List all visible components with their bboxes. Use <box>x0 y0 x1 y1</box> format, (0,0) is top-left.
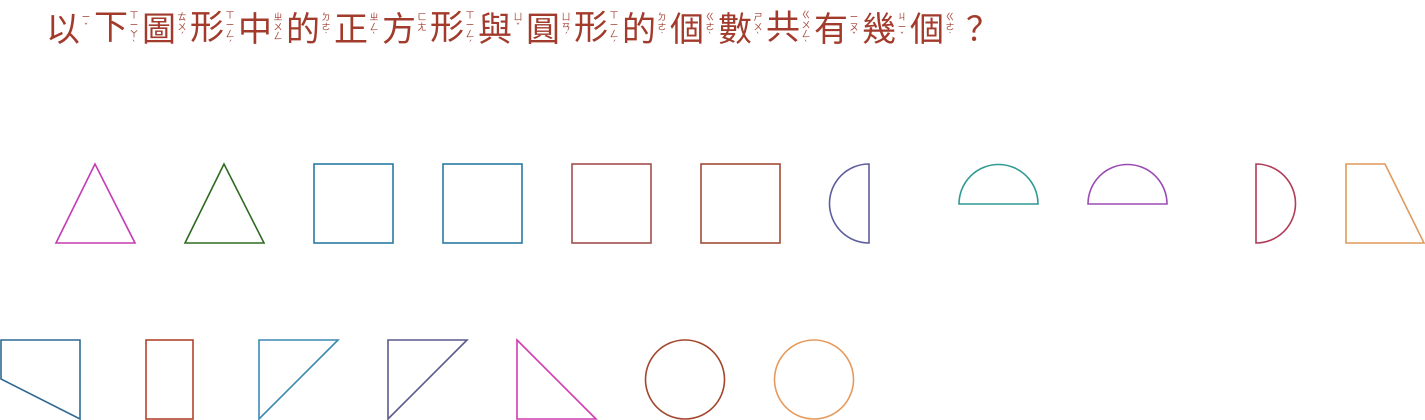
shape-circle <box>773 339 855 420</box>
shape-square <box>442 163 523 244</box>
shape-triangle <box>183 162 266 244</box>
shape-right-triangle <box>258 339 340 420</box>
shape-right-triangle <box>387 339 469 420</box>
shapes-figure <box>0 162 1425 420</box>
shape-triangle <box>54 162 137 244</box>
shape-quadrilateral <box>0 339 81 420</box>
shape-rectangle <box>145 339 194 420</box>
shape-semicircle <box>958 163 1039 205</box>
shape-square <box>313 163 394 244</box>
shape-right-triangle <box>516 338 598 420</box>
shape-semicircle <box>1087 163 1168 205</box>
shape-square <box>700 163 781 244</box>
shape-semicircle <box>828 163 870 244</box>
shape-square <box>571 163 652 244</box>
shape-semicircle <box>1255 163 1297 244</box>
shape-trapezoid <box>1345 163 1425 244</box>
shape-circle <box>644 339 726 420</box>
